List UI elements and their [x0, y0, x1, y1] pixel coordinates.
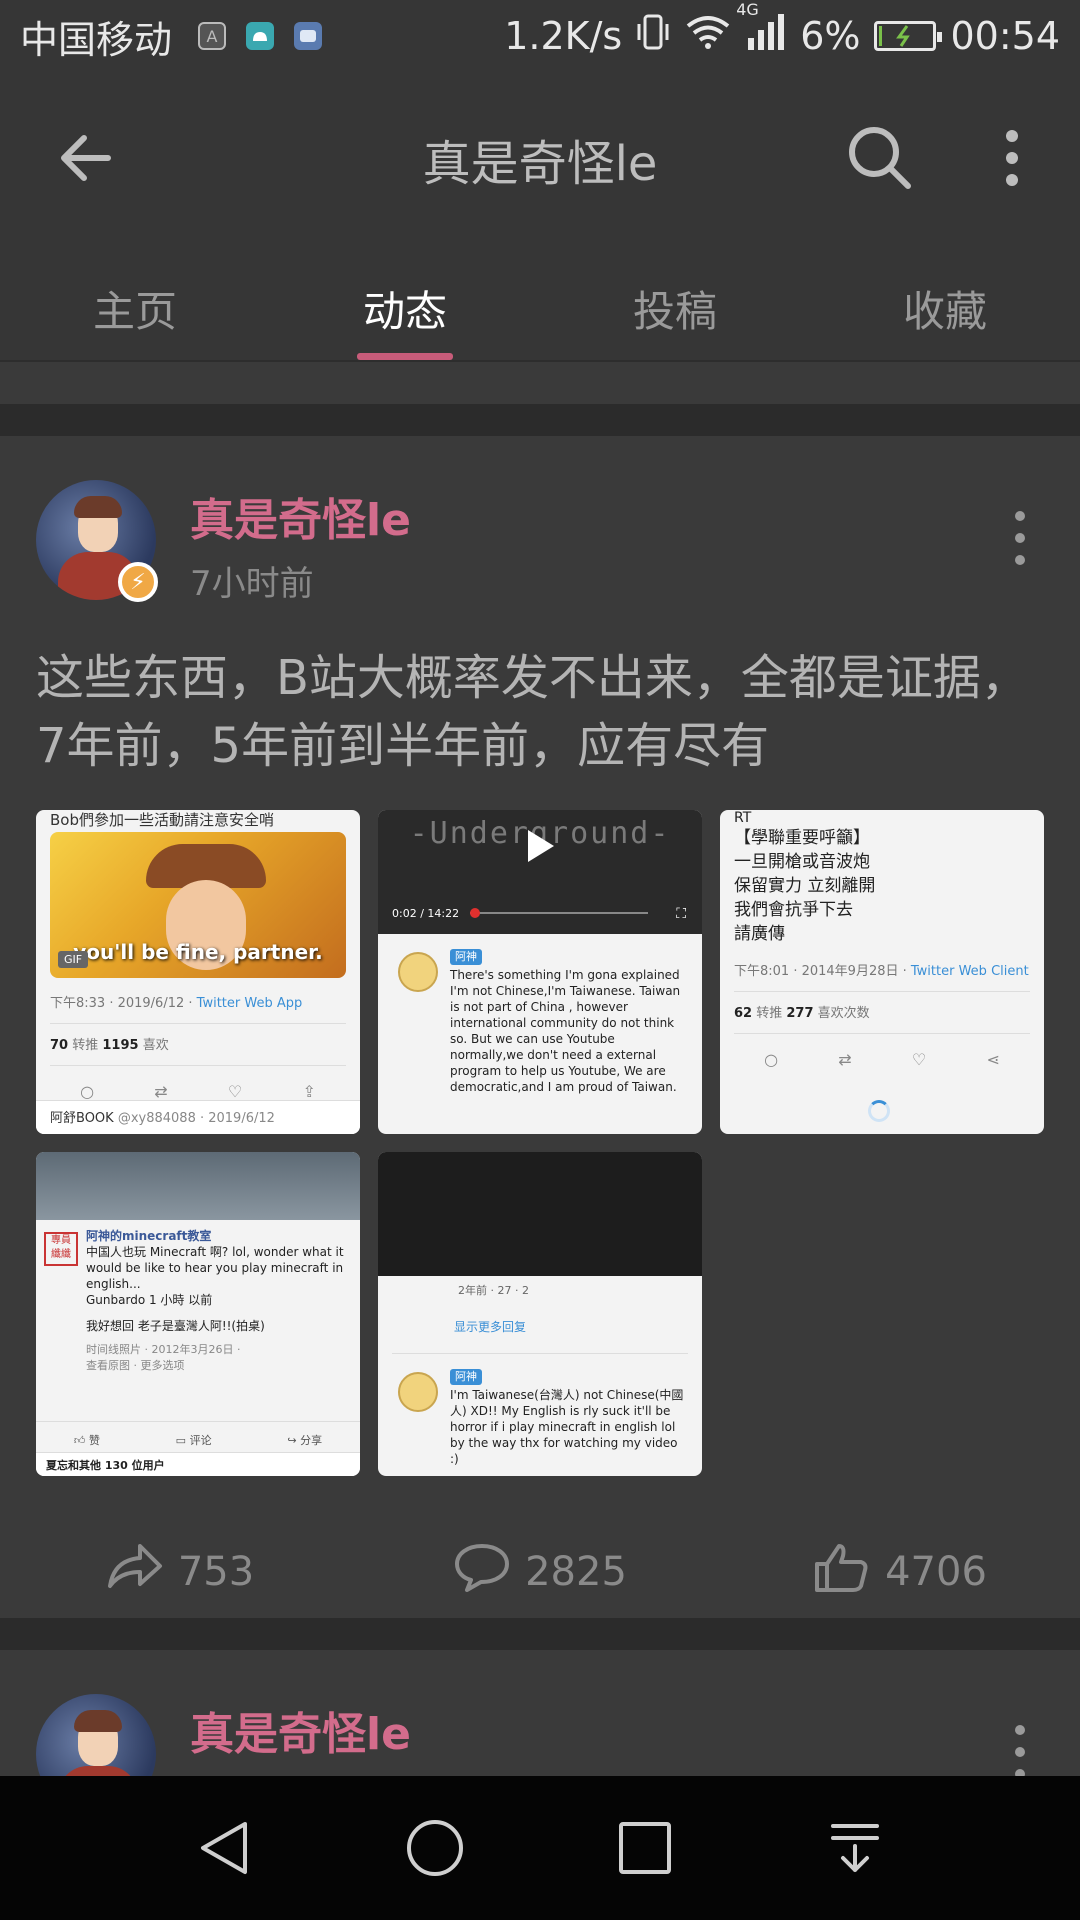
post-actions: 753 2825 4706 — [0, 1532, 1080, 1612]
tweet-reply: 阿舒BOOK @xy884088 · 2019/6/12 — [36, 1100, 360, 1134]
app-bar: 真是奇怪le — [0, 72, 1080, 242]
tweet-actions: ○ ⇄ ♡ ⇪ — [36, 1066, 360, 1101]
thumbs-up-icon: 👍︎ — [73, 1434, 86, 1447]
tab-submissions[interactable]: 投稿 — [540, 242, 810, 360]
tweet-stats: 70 转推 1195 喜欢 — [50, 1038, 169, 1053]
vibrate-icon — [636, 12, 670, 61]
show-more-replies: 显示更多回复 — [454, 1320, 527, 1334]
thumbs-up-icon — [813, 1542, 871, 1602]
retweet-icon: ⇄ — [154, 1082, 168, 1101]
tweet-actions: ○ ⇄ ♡ ⋖ — [720, 1034, 1044, 1069]
fullscreen-icon: ⛶ — [676, 906, 686, 922]
comment-icon — [453, 1542, 511, 1602]
fb-actions: 👍︎ 赞 ▭ 评论 ↪ 分享 — [36, 1421, 360, 1448]
feed-post[interactable]: ⚡ 真是奇怪le 7小时前 这些东西，B站大概率发不出来，全都是证据，7年前，5… — [0, 436, 1080, 1618]
gallery-icon — [294, 22, 323, 50]
share-icon: ⋖ — [986, 1050, 1000, 1069]
share-button[interactable]: 753 — [0, 1532, 360, 1612]
image-text: Bob們參加一些活動請注意安全哨 — [50, 811, 274, 829]
avatar[interactable] — [36, 1694, 156, 1780]
comment: 阿神 I'm Taiwanese(台灣人) not Chinese(中國人) X… — [378, 1354, 702, 1467]
comment-icon: ▭ — [175, 1434, 187, 1447]
more-vert-icon[interactable] — [994, 128, 1030, 188]
rt-line-5: 請廣傳 — [734, 924, 785, 944]
share-icon: ↪ — [287, 1434, 297, 1447]
tweet-meta: 下午8:01 · 2014年9月28日 · Twitter Web Client — [734, 964, 1029, 979]
retweet-icon: ⇄ — [838, 1050, 852, 1069]
nav-recents-icon[interactable] — [605, 1808, 685, 1888]
feed-post[interactable]: 真是奇怪le — [0, 1650, 1080, 1780]
like-button[interactable]: 4706 — [720, 1532, 1080, 1612]
battery-percent: 6% — [800, 14, 861, 58]
rt-label: RT — [734, 810, 752, 826]
status-bar: 中国移动 A 1.2K/s 4G 6% 00:54 — [0, 0, 1080, 72]
loading-spinner — [868, 1100, 890, 1122]
nav-notification-pull-icon[interactable] — [815, 1808, 895, 1888]
tweet-stats: 62 转推 277 喜欢次数 — [734, 1006, 870, 1021]
video-preview — [378, 1152, 702, 1276]
share-icon: ⇪ — [302, 1082, 316, 1101]
tab-dynamics[interactable]: 动态 — [270, 242, 540, 360]
post-image-5[interactable]: 2年前 · 27 · 2 显示更多回复 阿神 I'm Taiwanese(台灣人… — [378, 1152, 702, 1476]
heart-icon: ♡ — [227, 1082, 243, 1101]
stamp-logo: 專員 纖纖 — [44, 1232, 78, 1266]
rt-line-1: 【學聯重要呼籲】 — [734, 828, 870, 848]
post-username[interactable]: 真是奇怪le — [190, 484, 411, 548]
network-type: 4G — [736, 0, 759, 19]
post-image-4[interactable]: 專員 纖纖 阿神的minecraft教室 中国人也玩 Minecraft 啊? l… — [36, 1152, 360, 1476]
rt-line-4: 我們會抗爭下去 — [734, 900, 853, 920]
heart-icon: ♡ — [911, 1050, 927, 1069]
post-image-1[interactable]: Bob們參加一些活動請注意安全哨 you'll be fine, partner… — [36, 810, 360, 1134]
lightning-badge-icon: ⚡ — [118, 562, 158, 602]
play-icon — [528, 830, 554, 862]
post-time: 7小时前 — [190, 564, 314, 604]
share-icon — [106, 1542, 164, 1602]
share-count: 753 — [177, 1549, 255, 1595]
nav-back-icon[interactable] — [185, 1808, 265, 1888]
comment-meta: 2年前 · 27 · 2 — [458, 1284, 529, 1297]
system-nav-bar — [0, 1776, 1080, 1920]
post-more-icon[interactable] — [1008, 510, 1032, 566]
rt-line-3: 保留實力 立刻離開 — [734, 876, 876, 896]
tab-favorites[interactable]: 收藏 — [810, 242, 1080, 360]
gif-caption: you'll be fine, partner. — [73, 940, 323, 964]
cover-photo — [36, 1152, 360, 1220]
page-title: 真是奇怪le — [422, 136, 658, 192]
gif-label: GIF — [58, 951, 89, 968]
tab-home[interactable]: 主页 — [0, 242, 270, 360]
gif-preview: you'll be fine, partner. GIF — [50, 832, 346, 978]
search-icon[interactable] — [846, 124, 914, 192]
signal-icon: 4G — [736, 0, 786, 61]
post-more-icon[interactable] — [1008, 1724, 1032, 1780]
android-icon — [246, 22, 275, 50]
comment-button[interactable]: 2825 — [360, 1532, 720, 1612]
carrier-name: 中国移动 — [20, 17, 173, 62]
reply-icon: ○ — [764, 1050, 779, 1069]
video-time: 0:02 / 14:22 — [392, 907, 460, 920]
a-notification-icon: A — [198, 22, 227, 50]
fb-post: 專員 纖纖 阿神的minecraft教室 中国人也玩 Minecraft 啊? l… — [36, 1220, 360, 1374]
post-username[interactable]: 真是奇怪le — [190, 1698, 411, 1762]
post-image-3[interactable]: RT 【學聯重要呼籲】 一旦開槍或音波炮 保留實力 立刻離開 我們會抗爭下去 請… — [720, 810, 1044, 1134]
section-divider — [0, 404, 1080, 436]
nav-home-icon[interactable] — [395, 1808, 475, 1888]
reply-icon: ○ — [80, 1082, 95, 1101]
section-divider — [0, 1618, 1080, 1650]
post-image-2[interactable]: -Underground- 0:02 / 14:22 ⛶ 阿神 There's … — [378, 810, 702, 1134]
clock: 00:54 — [950, 14, 1060, 58]
network-speed: 1.2K/s — [504, 14, 623, 58]
post-text: 这些东西，B站大概率发不出来，全都是证据，7年前，5年前到半年前，应有尽有 — [36, 650, 1029, 774]
fb-likes: 夏忘和其他 130 位用户 — [36, 1452, 360, 1476]
rt-line-2: 一旦開槍或音波炮 — [734, 852, 870, 872]
wifi-icon — [684, 14, 732, 59]
battery-icon — [874, 21, 943, 51]
tweet-meta: 下午8:33 · 2019/6/12 · Twitter Web App — [50, 996, 303, 1011]
comment: 阿神 There's something I'm gona explained … — [378, 934, 702, 1095]
tab-bar: 主页 动态 投稿 收藏 — [0, 242, 1080, 362]
like-count: 4706 — [885, 1549, 987, 1595]
comment-count: 2825 — [525, 1549, 627, 1595]
video-preview: -Underground- 0:02 / 14:22 ⛶ — [378, 810, 702, 934]
